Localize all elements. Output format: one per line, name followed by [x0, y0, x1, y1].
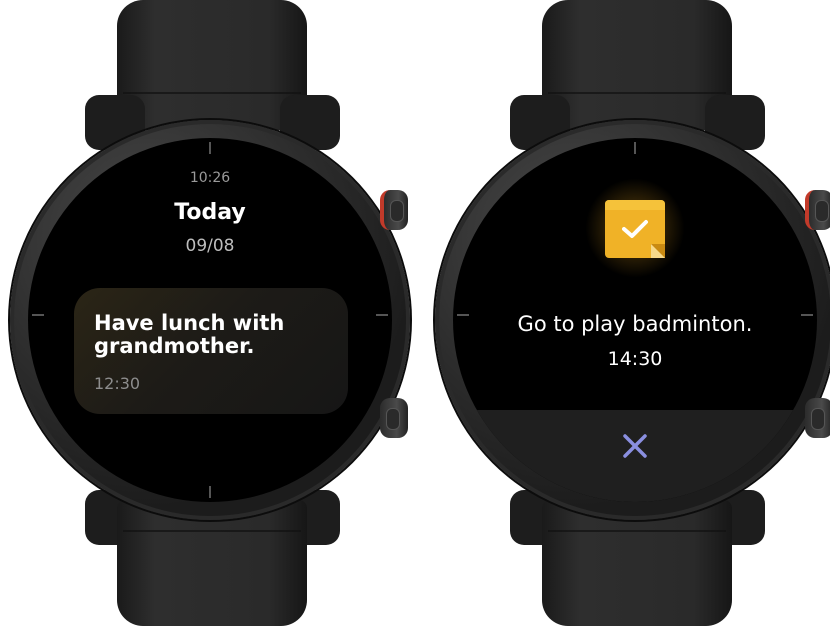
reminder-card[interactable]: Have lunch with grandmother. 12:30: [74, 288, 348, 414]
close-icon[interactable]: [619, 430, 651, 462]
reminder-time: 14:30: [607, 348, 663, 370]
watch-screen: 10:26 Today 09/08 Have lunch with grandm…: [28, 138, 392, 502]
date-label: 09/08: [185, 236, 235, 256]
status-time: 10:26: [189, 170, 231, 186]
watch-strap-top: [542, 0, 732, 130]
reminder-time: 12:30: [94, 374, 141, 393]
dismiss-bar[interactable]: [453, 410, 817, 502]
watch-screen: Go to play badminton. 14:30: [453, 138, 817, 502]
day-label: Today: [174, 200, 246, 225]
reminder-message: Go to play badminton.: [517, 312, 753, 336]
watch-crown-bottom[interactable]: [380, 398, 408, 438]
watch-left: 10:26 Today 09/08 Have lunch with grandm…: [0, 0, 420, 626]
watch-right: Go to play badminton. 14:30: [425, 0, 830, 626]
watch-crown-top[interactable]: [805, 190, 830, 230]
reminder-text: Have lunch with grandmother.: [94, 311, 285, 358]
watch-strap-top: [117, 0, 307, 130]
sticky-note-check-icon: [605, 200, 665, 258]
